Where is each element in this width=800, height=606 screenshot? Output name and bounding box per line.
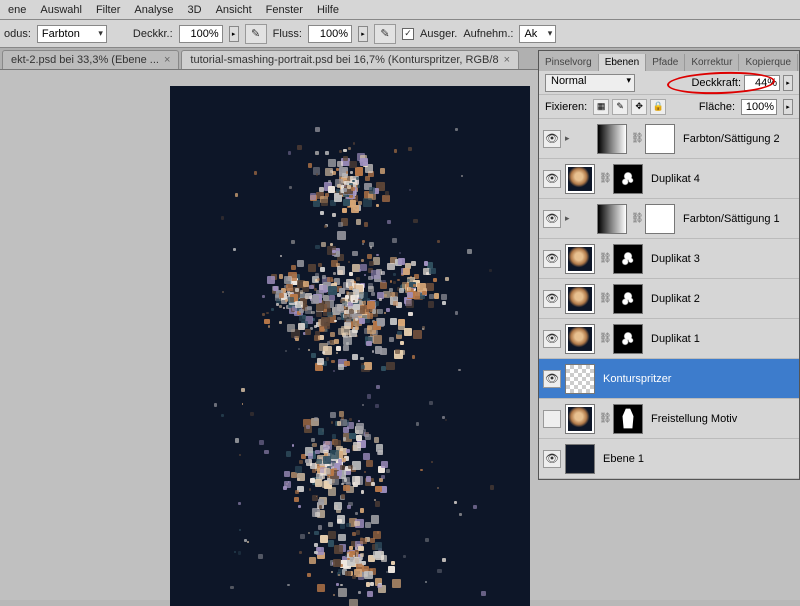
- airbrush-icon[interactable]: ✎: [374, 24, 396, 44]
- layer-row[interactable]: 👁 Konturspritzer: [539, 359, 799, 399]
- layer-row[interactable]: 👁 ⛓ Duplikat 4: [539, 159, 799, 199]
- pressure-opacity-icon[interactable]: ✎: [245, 24, 267, 44]
- panel-tab-pfade[interactable]: Pfade: [646, 54, 685, 71]
- doc-tab-0[interactable]: ekt-2.psd bei 33,3% (Ebene ...×: [2, 50, 179, 69]
- visibility-toggle[interactable]: 👁: [543, 250, 561, 268]
- layer-name[interactable]: Duplikat 3: [647, 253, 795, 265]
- menu-ene[interactable]: ene: [8, 4, 26, 16]
- menu-auswahl[interactable]: Auswahl: [40, 4, 82, 16]
- mask-thumb[interactable]: [613, 284, 643, 314]
- layer-row[interactable]: 👁▸⛓Farbton/Sättigung 2: [539, 119, 799, 159]
- mask-thumb[interactable]: [613, 324, 643, 354]
- layer-thumb[interactable]: [565, 444, 595, 474]
- mask-thumb[interactable]: [613, 404, 643, 434]
- visibility-toggle[interactable]: 👁: [543, 290, 561, 308]
- visibility-toggle[interactable]: 👁: [543, 450, 561, 468]
- layer-thumb[interactable]: [597, 124, 627, 154]
- mask-thumb[interactable]: [645, 204, 675, 234]
- lock-paint-icon[interactable]: ✎: [612, 99, 628, 115]
- mask-thumb[interactable]: [613, 244, 643, 274]
- link-icon: ⛓: [631, 133, 641, 144]
- deck-flyout[interactable]: ▸: [783, 75, 793, 91]
- layer-name[interactable]: Farbton/Sättigung 1: [679, 213, 795, 225]
- panel-tab-korrektur[interactable]: Korrektur: [685, 54, 739, 71]
- blend-mode-select[interactable]: Farbton: [37, 25, 107, 43]
- layer-thumb[interactable]: [565, 364, 595, 394]
- layer-row[interactable]: 👁 ⛓ Duplikat 2: [539, 279, 799, 319]
- panel-tab-ebenen[interactable]: Ebenen: [599, 54, 646, 71]
- layer-thumb[interactable]: [565, 284, 595, 314]
- menu-fenster[interactable]: Fenster: [266, 4, 303, 16]
- opacity-label: Deckkr.:: [133, 28, 173, 40]
- fill-flyout[interactable]: ▸: [783, 99, 793, 115]
- layer-name[interactable]: Ebene 1: [599, 453, 795, 465]
- lock-all-icon[interactable]: 🔒: [650, 99, 666, 115]
- fill-label: Fläche:: [699, 101, 735, 113]
- mode-label: odus:: [4, 28, 31, 40]
- layer-row[interactable]: 👁▸⛓Farbton/Sättigung 1: [539, 199, 799, 239]
- aligned-checkbox[interactable]: ✓: [402, 28, 414, 40]
- panel-tab-pinselvorg[interactable]: Pinselvorg: [539, 54, 599, 71]
- aligned-label: Ausger.: [420, 28, 457, 40]
- menu-filter[interactable]: Filter: [96, 4, 120, 16]
- deck-field[interactable]: 44%: [744, 75, 780, 91]
- layer-row[interactable]: 👁 Ebene 1: [539, 439, 799, 479]
- menu-ansicht[interactable]: Ansicht: [216, 4, 252, 16]
- flow-label: Fluss:: [273, 28, 302, 40]
- layer-row[interactable]: ⛓ Freistellung Motiv: [539, 399, 799, 439]
- mask-thumb[interactable]: [613, 164, 643, 194]
- menu-hilfe[interactable]: Hilfe: [317, 4, 339, 16]
- layer-thumb[interactable]: [565, 164, 595, 194]
- layer-thumb[interactable]: [597, 204, 627, 234]
- deck-label: Deckkraft:: [691, 77, 741, 89]
- link-icon: ⛓: [599, 293, 609, 304]
- lock-label: Fixieren:: [545, 101, 587, 113]
- layer-name[interactable]: Duplikat 2: [647, 293, 795, 305]
- visibility-toggle[interactable]: 👁: [543, 330, 561, 348]
- doc-tab-1[interactable]: tutorial-smashing-portrait.psd bei 16,7%…: [181, 50, 519, 69]
- link-icon: ⛓: [599, 333, 609, 344]
- link-icon: ⛓: [599, 173, 609, 184]
- visibility-toggle[interactable]: 👁: [543, 170, 561, 188]
- opacity-flyout[interactable]: ▸: [229, 26, 239, 42]
- flow-flyout[interactable]: ▸: [358, 26, 368, 42]
- link-icon: ⛓: [631, 213, 641, 224]
- layer-name[interactable]: Duplikat 1: [647, 333, 795, 345]
- menu-analyse[interactable]: Analyse: [134, 4, 173, 16]
- lock-trans-icon[interactable]: ▦: [593, 99, 609, 115]
- layer-name[interactable]: Freistellung Motiv: [647, 413, 795, 425]
- layer-name[interactable]: Farbton/Sättigung 2: [679, 133, 795, 145]
- layer-blend-select[interactable]: Normal: [545, 74, 635, 92]
- layer-thumb[interactable]: [565, 244, 595, 274]
- sample-label: Aufnehm.:: [463, 28, 513, 40]
- close-icon[interactable]: ×: [504, 54, 510, 66]
- opacity-field[interactable]: 100%: [179, 25, 223, 43]
- menu-3d[interactable]: 3D: [188, 4, 202, 16]
- visibility-toggle[interactable]: 👁: [543, 130, 561, 148]
- sample-select[interactable]: Ak: [519, 25, 556, 43]
- layer-name[interactable]: Duplikat 4: [647, 173, 795, 185]
- fill-field[interactable]: 100%: [741, 99, 777, 115]
- visibility-toggle[interactable]: 👁: [543, 370, 561, 388]
- options-bar: odus: Farbton Deckkr.: 100% ▸ ✎ Fluss: 1…: [0, 20, 800, 48]
- lock-move-icon[interactable]: ✥: [631, 99, 647, 115]
- layer-name[interactable]: Konturspritzer: [599, 373, 795, 385]
- close-icon[interactable]: ×: [164, 54, 170, 66]
- panel-tabs: PinselvorgEbenenPfadeKorrekturKopierque: [539, 51, 799, 71]
- layer-thumb[interactable]: [565, 404, 595, 434]
- artboard[interactable]: [170, 86, 530, 606]
- layers-panel: PinselvorgEbenenPfadeKorrekturKopierque …: [538, 50, 800, 480]
- layer-row[interactable]: 👁 ⛓ Duplikat 1: [539, 319, 799, 359]
- panel-tab-kopierque[interactable]: Kopierque: [739, 54, 798, 71]
- visibility-toggle[interactable]: 👁: [543, 210, 561, 228]
- link-icon: ⛓: [599, 253, 609, 264]
- layer-thumb[interactable]: [565, 324, 595, 354]
- link-icon: ⛓: [599, 413, 609, 424]
- flow-field[interactable]: 100%: [308, 25, 352, 43]
- mask-thumb[interactable]: [645, 124, 675, 154]
- layer-row[interactable]: 👁 ⛓ Duplikat 3: [539, 239, 799, 279]
- layers-list: 👁▸⛓Farbton/Sättigung 2👁⛓Duplikat 4👁▸⛓Far…: [539, 119, 799, 479]
- visibility-toggle[interactable]: [543, 410, 561, 428]
- main-menu: ene Auswahl Filter Analyse 3D Ansicht Fenster H…: [0, 0, 800, 20]
